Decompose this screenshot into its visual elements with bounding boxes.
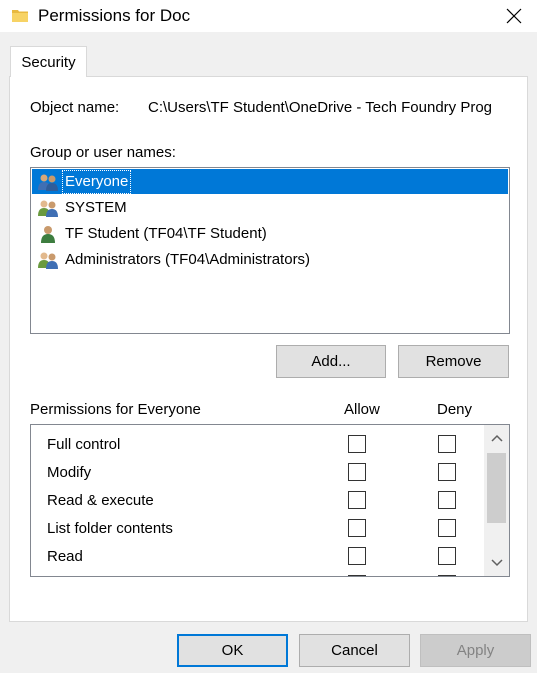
scroll-up-button[interactable] xyxy=(484,425,509,451)
deny-checkbox[interactable] xyxy=(438,547,456,565)
allow-checkbox[interactable] xyxy=(348,491,366,509)
user-item-administrators[interactable]: Administrators (TF04\Administrators) xyxy=(33,248,312,272)
allow-checkbox[interactable] xyxy=(348,463,366,481)
permission-row-partial xyxy=(31,571,481,576)
scroll-down-button[interactable] xyxy=(484,550,509,576)
users-group-icon xyxy=(38,174,58,191)
permission-row: Full control xyxy=(31,431,481,459)
apply-button[interactable]: Apply xyxy=(420,634,531,667)
close-button[interactable] xyxy=(491,0,537,32)
allow-checkbox[interactable] xyxy=(348,519,366,537)
deny-checkbox[interactable] xyxy=(438,491,456,509)
allow-header: Allow xyxy=(344,401,380,418)
title-bar: Permissions for Doc xyxy=(0,0,537,32)
deny-checkbox[interactable] xyxy=(438,575,456,576)
allow-checkbox[interactable] xyxy=(348,435,366,453)
object-name-value: C:\Users\TF Student\OneDrive - Tech Foun… xyxy=(148,99,493,116)
user-item-label: TF Student (TF04\TF Student) xyxy=(65,225,267,242)
permissions-label: Permissions for Everyone xyxy=(30,401,201,418)
deny-checkbox[interactable] xyxy=(438,519,456,537)
user-item-label: SYSTEM xyxy=(65,199,127,216)
permission-row: Read xyxy=(31,543,481,571)
tab-security[interactable]: Security xyxy=(10,46,87,77)
permission-name: Read & execute xyxy=(47,492,154,509)
permissions-list[interactable]: Full control Modify Read & execute List … xyxy=(30,424,510,577)
permission-row: Read & execute xyxy=(31,487,481,515)
scroll-thumb[interactable] xyxy=(487,453,506,523)
deny-checkbox[interactable] xyxy=(438,435,456,453)
permission-row: List folder contents xyxy=(31,515,481,543)
allow-checkbox[interactable] xyxy=(348,547,366,565)
deny-header: Deny xyxy=(437,401,473,418)
users-group-icon xyxy=(38,252,58,269)
users-group-icon xyxy=(38,200,58,217)
group-names-label: Group or user names: xyxy=(30,144,176,161)
permission-name: List folder contents xyxy=(47,520,173,537)
allow-checkbox[interactable] xyxy=(348,575,366,576)
permission-name: Read xyxy=(47,548,83,565)
user-item-system[interactable]: SYSTEM xyxy=(33,196,129,220)
add-button[interactable]: Add... xyxy=(276,345,386,378)
chevron-up-icon xyxy=(490,434,503,442)
permission-name: Modify xyxy=(47,464,92,481)
folder-icon xyxy=(12,10,28,22)
deny-checkbox[interactable] xyxy=(438,463,456,481)
remove-button[interactable]: Remove xyxy=(398,345,509,378)
window-title: Permissions for Doc xyxy=(38,6,191,25)
object-name-label: Object name: xyxy=(30,99,120,116)
user-item-label: Everyone xyxy=(61,170,132,194)
user-list[interactable]: Everyone SYSTEM TF Student (TF04\TF Stud… xyxy=(30,167,510,334)
permission-name: Full control xyxy=(47,436,121,453)
ok-button[interactable]: OK xyxy=(177,634,288,667)
user-item-label: Administrators (TF04\Administrators) xyxy=(65,251,311,268)
user-item-tf-student[interactable]: TF Student (TF04\TF Student) xyxy=(33,222,269,246)
cancel-button[interactable]: Cancel xyxy=(299,634,410,667)
permissions-scrollbar[interactable] xyxy=(484,425,509,576)
close-icon xyxy=(506,8,522,24)
user-item-everyone[interactable]: Everyone xyxy=(33,170,132,194)
user-icon xyxy=(41,226,55,243)
permission-row: Modify xyxy=(31,459,481,487)
chevron-down-icon xyxy=(490,559,503,567)
